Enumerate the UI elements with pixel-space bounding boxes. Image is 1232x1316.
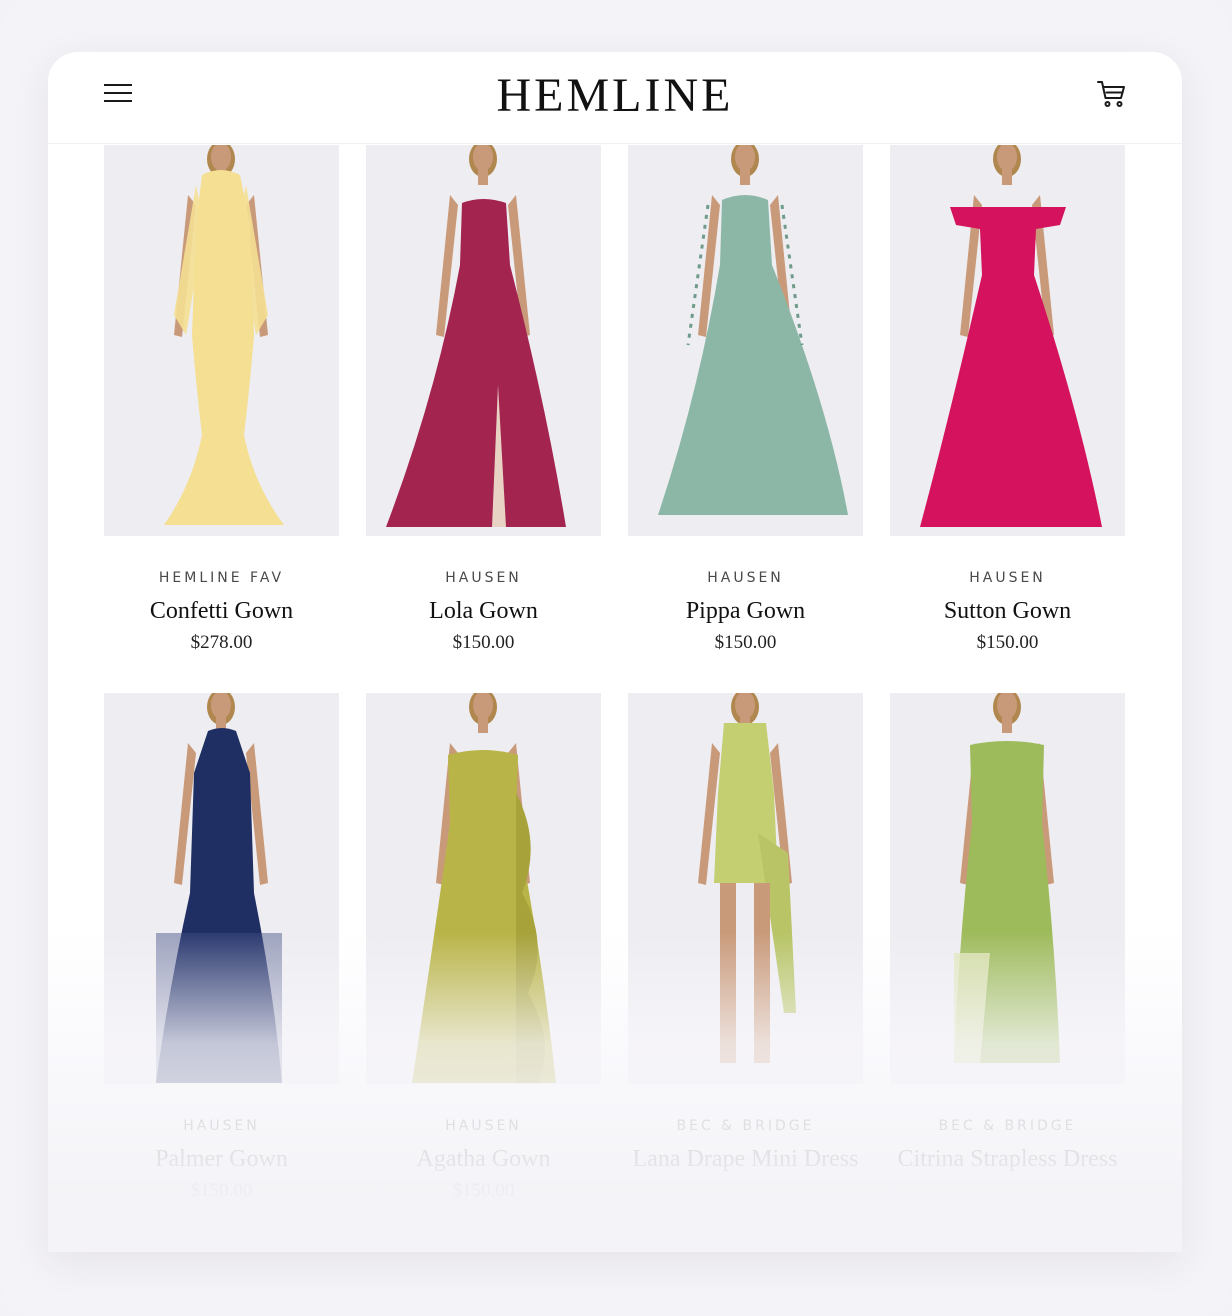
product-image[interactable] <box>628 693 863 1084</box>
product-brand: HEMLINE FAV <box>158 570 285 586</box>
product-brand: HAUSEN <box>445 1118 522 1134</box>
product-image[interactable] <box>104 693 339 1084</box>
top-nav: HEMLINE <box>48 52 1182 144</box>
product-card[interactable]: HAUSEN Pippa Gown $150.00 <box>628 145 863 654</box>
product-image[interactable] <box>890 145 1125 536</box>
product-price: $150.00 <box>714 632 777 653</box>
product-price: $150.00 <box>452 1180 515 1201</box>
app-screen: HEMLINE HEMLINE FAV Confetti Gown $278.0… <box>48 52 1182 1252</box>
product-name[interactable]: Lola Gown <box>366 594 601 628</box>
shopping-cart-icon[interactable] <box>1096 78 1128 110</box>
product-image[interactable] <box>104 145 339 536</box>
product-image[interactable] <box>366 145 601 536</box>
product-name[interactable]: Agatha Gown <box>366 1142 601 1176</box>
product-brand: BEC & BRIDGE <box>676 1118 815 1134</box>
product-card[interactable]: HAUSEN Sutton Gown $150.00 <box>890 145 1125 654</box>
product-name[interactable]: Lana Drape Mini Dress <box>628 1142 863 1176</box>
product-name[interactable]: Pippa Gown <box>628 594 863 628</box>
product-price: $150.00 <box>976 632 1039 653</box>
brand-logo[interactable]: HEMLINE <box>48 68 1182 123</box>
product-price: $150.00 <box>452 632 515 653</box>
product-image[interactable] <box>628 145 863 536</box>
product-name[interactable]: Citrina Strapless Dress <box>890 1142 1125 1176</box>
product-price: $278.00 <box>190 632 253 653</box>
product-card[interactable]: HAUSEN Lola Gown $150.00 <box>366 145 601 654</box>
product-image[interactable] <box>890 693 1125 1084</box>
product-name[interactable]: Confetti Gown <box>104 594 339 628</box>
product-brand: HAUSEN <box>445 570 522 586</box>
product-card[interactable]: BEC & BRIDGE Lana Drape Mini Dress <box>628 693 863 1180</box>
product-price: $150.00 <box>190 1180 253 1201</box>
device-frame: HEMLINE HEMLINE FAV Confetti Gown $278.0… <box>0 0 1232 1316</box>
product-card[interactable]: HEMLINE FAV Confetti Gown $278.00 <box>104 145 339 654</box>
product-brand: HAUSEN <box>969 570 1046 586</box>
product-card[interactable]: BEC & BRIDGE Citrina Strapless Dress <box>890 693 1125 1180</box>
product-brand: HAUSEN <box>707 570 784 586</box>
product-card[interactable]: HAUSEN Palmer Gown $150.00 <box>104 693 339 1202</box>
product-card[interactable]: HAUSEN Agatha Gown $150.00 <box>366 693 601 1202</box>
product-brand: HAUSEN <box>183 1118 260 1134</box>
product-name[interactable]: Sutton Gown <box>890 594 1125 628</box>
product-brand: BEC & BRIDGE <box>938 1118 1077 1134</box>
product-name[interactable]: Palmer Gown <box>104 1142 339 1176</box>
product-image[interactable] <box>366 693 601 1084</box>
